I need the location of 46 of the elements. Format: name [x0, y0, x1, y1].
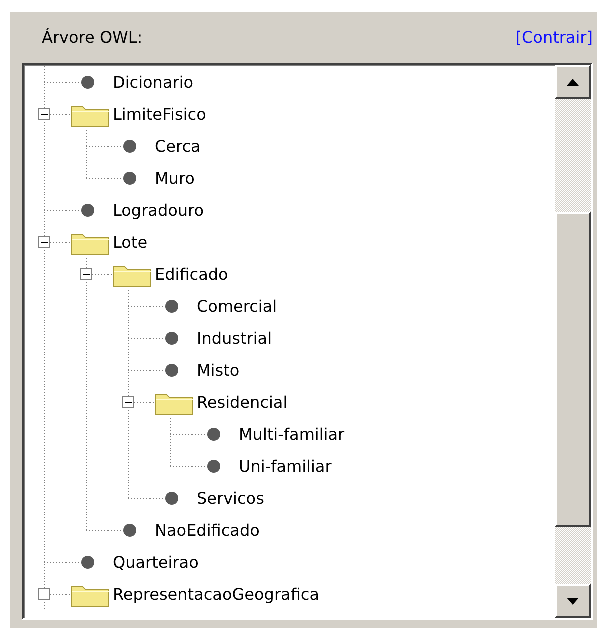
up-arrow-icon: [567, 78, 579, 86]
tree-item[interactable]: Muro: [155, 168, 195, 188]
bullet-icon: [82, 204, 94, 217]
bullet-icon: [166, 332, 178, 345]
collapse-icon[interactable]: [38, 108, 50, 120]
tree-item[interactable]: Dicionario: [113, 72, 194, 92]
bullet-icon: [82, 76, 94, 89]
folder-icon: [72, 586, 110, 608]
collapse-link[interactable]: [Contrair]: [516, 28, 593, 47]
bullet-icon: [124, 172, 136, 185]
tree-item[interactable]: Comercial: [197, 296, 278, 316]
tree-item[interactable]: Residencial: [197, 392, 288, 412]
folder-icon: [72, 234, 110, 256]
folder-icon: [156, 394, 194, 416]
tree-item[interactable]: Lote: [113, 232, 148, 252]
bullet-icon: [208, 460, 220, 473]
scroll-down-button[interactable]: [555, 584, 591, 618]
bullet-icon: [124, 524, 136, 537]
tree-item[interactable]: Logradouro: [113, 200, 204, 220]
tree-item[interactable]: Multi-familiar: [239, 424, 345, 444]
tree-item[interactable]: Industrial: [197, 328, 272, 348]
tree-item[interactable]: Cerca: [155, 136, 201, 156]
collapse-icon[interactable]: [80, 268, 92, 280]
tree-item[interactable]: Servicos: [197, 488, 264, 508]
collapse-icon[interactable]: [38, 236, 50, 248]
tree-item[interactable]: NaoEdificado: [155, 520, 260, 540]
bullet-icon: [82, 556, 94, 569]
down-arrow-icon: [567, 598, 579, 604]
bullet-icon: [166, 364, 178, 377]
scroll-thumb[interactable]: [555, 212, 591, 527]
folder-icon: [72, 106, 110, 128]
bullet-icon: [166, 300, 178, 313]
tree-item[interactable]: Edificado: [155, 264, 228, 284]
bullet-icon: [166, 492, 178, 505]
tree-item[interactable]: LimiteFisico: [113, 104, 206, 124]
tree-item[interactable]: Misto: [197, 360, 240, 380]
tree-item[interactable]: RepresentacaoGeografica: [113, 584, 320, 604]
panel-title: Árvore OWL:: [41, 28, 143, 47]
folder-icon: [114, 266, 152, 288]
tree-item[interactable]: Uni-familiar: [239, 456, 332, 476]
collapse-icon[interactable]: [122, 396, 134, 408]
scroll-up-button[interactable]: [555, 65, 591, 99]
bullet-icon: [208, 428, 220, 441]
tree-item[interactable]: Quarteirao: [113, 552, 199, 572]
scrollbar[interactable]: [555, 65, 591, 618]
bullet-icon: [124, 140, 136, 153]
